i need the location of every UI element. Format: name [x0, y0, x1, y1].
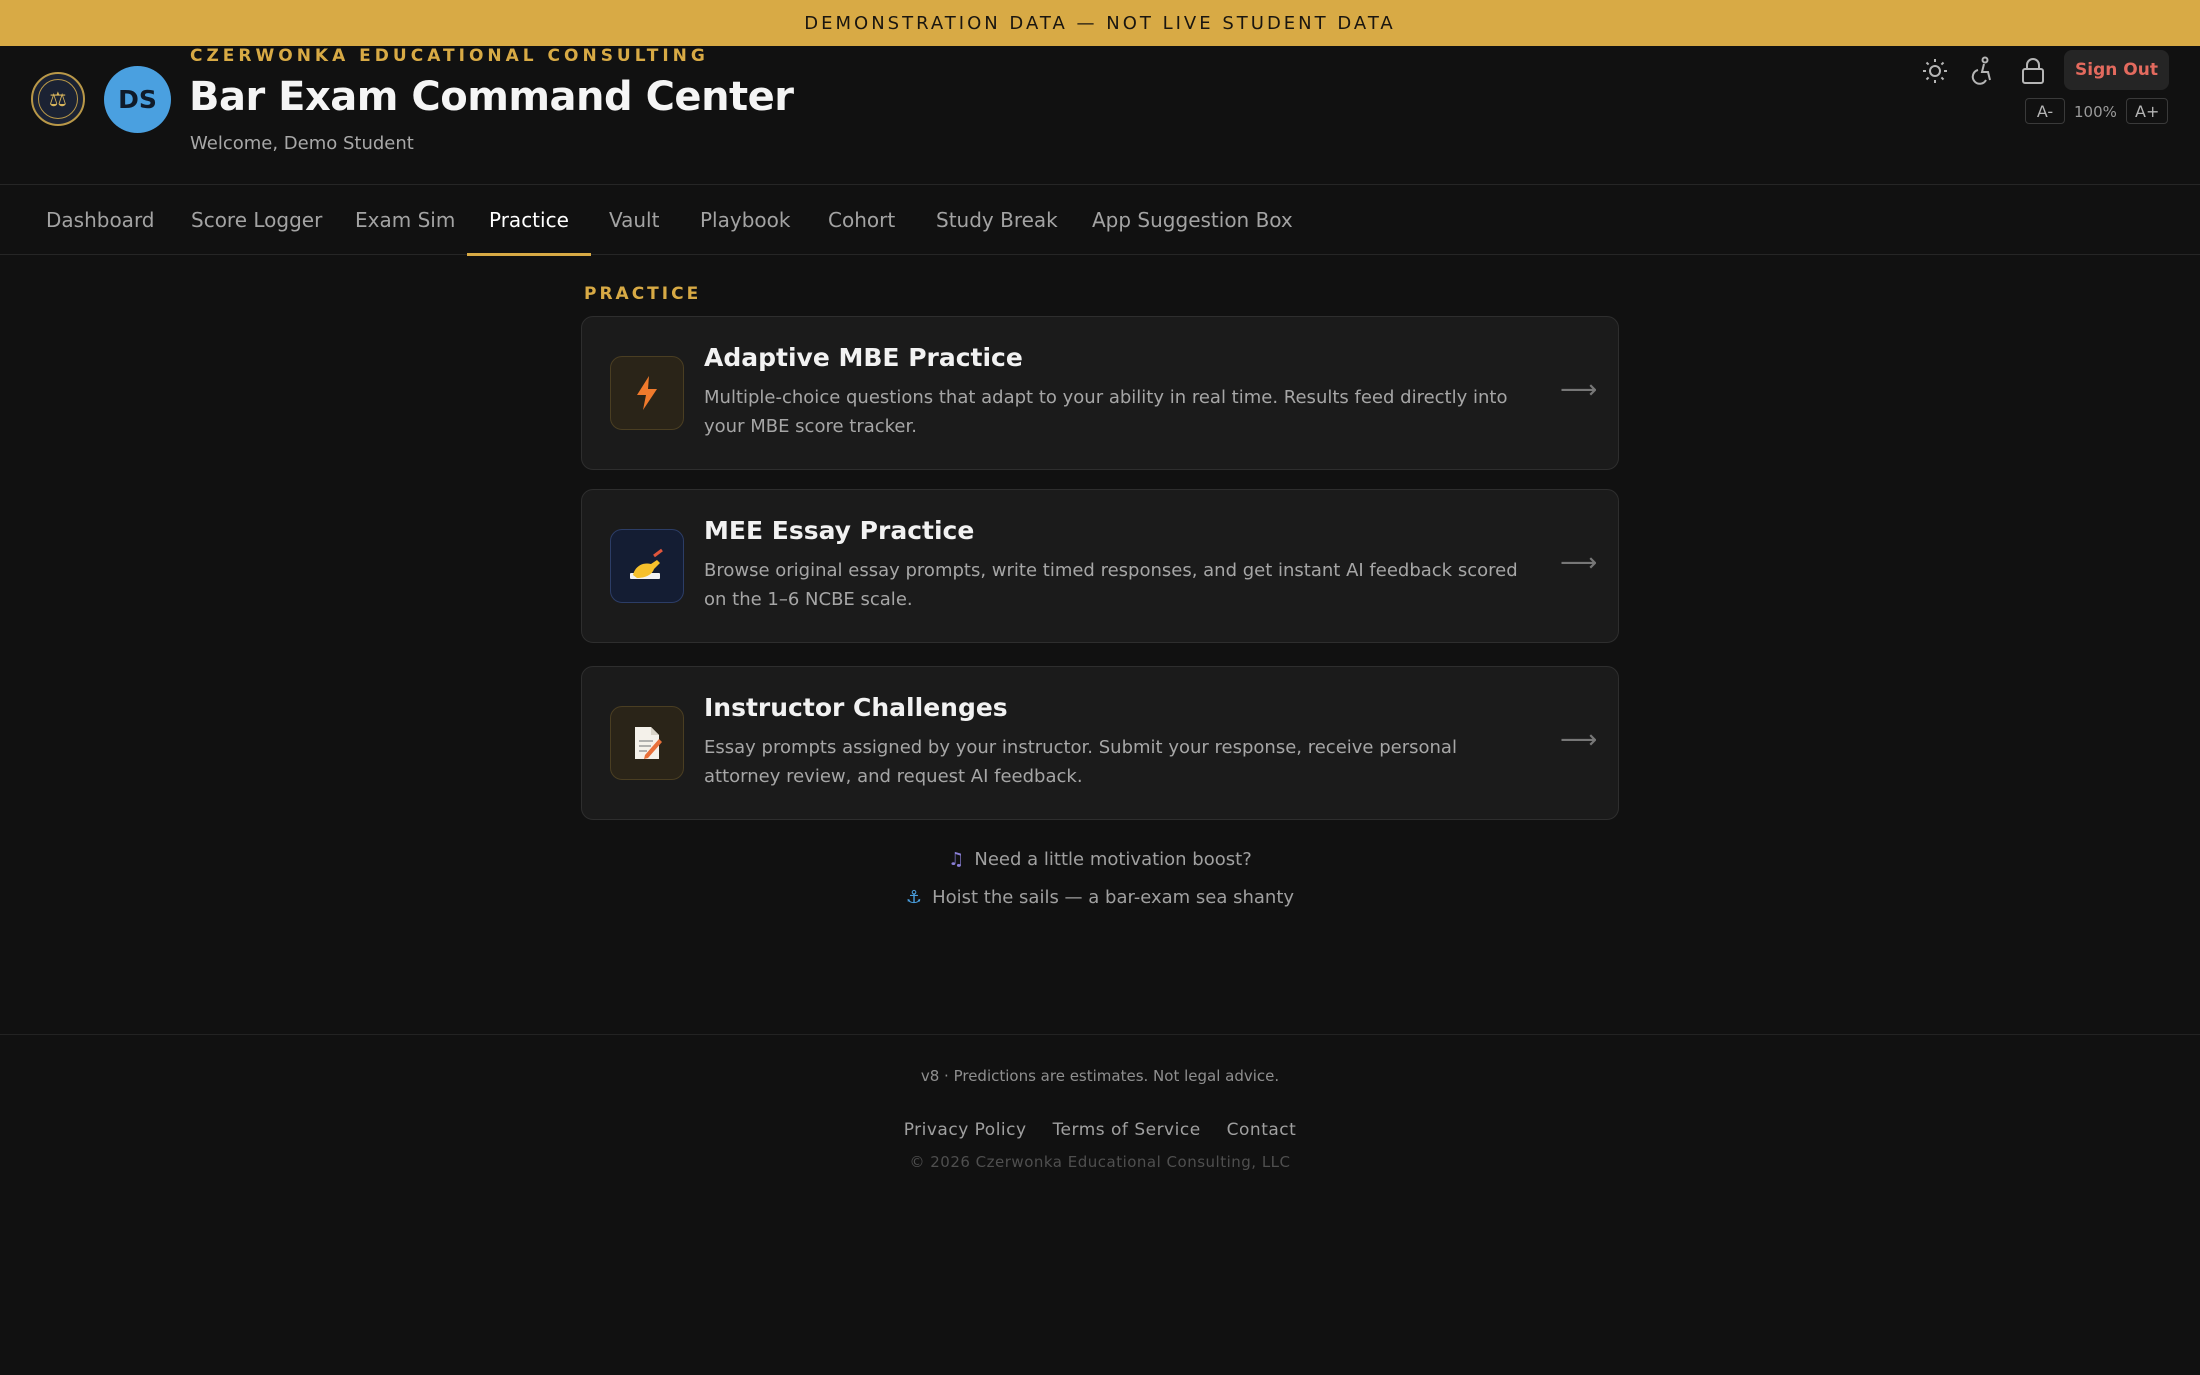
- org-name: CZERWONKA EDUCATIONAL CONSULTING: [190, 46, 709, 66]
- tab-practice[interactable]: Practice: [467, 185, 591, 256]
- card-title: MEE Essay Practice: [704, 516, 975, 545]
- motivation-link[interactable]: ♫ Need a little motivation boost?: [0, 849, 2200, 870]
- arrow-right-icon: ⟶: [1560, 548, 1598, 578]
- page-title: Bar Exam Command Center: [189, 74, 794, 120]
- app-header: ⚖ DS CZERWONKA EDUCATIONAL CONSULTING Ba…: [0, 46, 2200, 185]
- card-instructor-challenges[interactable]: Instructor Challenges Essay prompts assi…: [581, 666, 1619, 820]
- font-decrease-button[interactable]: A-: [2025, 98, 2065, 124]
- tab-playbook[interactable]: Playbook: [678, 185, 812, 255]
- footer: v8 · Predictions are estimates. Not lega…: [0, 1034, 2200, 1375]
- arrow-right-icon: ⟶: [1560, 375, 1598, 405]
- accessibility-icon[interactable]: [1964, 53, 2000, 89]
- main-nav: Dashboard Score Logger Exam Sim Practice…: [0, 185, 2200, 256]
- banner-text: DEMONSTRATION DATA — NOT LIVE STUDENT DA…: [804, 12, 1396, 34]
- motivation-text: Need a little motivation boost?: [974, 849, 1252, 870]
- contact-link[interactable]: Contact: [1227, 1120, 1297, 1140]
- card-description: Essay prompts assigned by your instructo…: [704, 737, 1457, 787]
- tab-score-logger[interactable]: Score Logger: [169, 185, 344, 255]
- memo-icon: [610, 706, 684, 780]
- demo-data-banner: DEMONSTRATION DATA — NOT LIVE STUDENT DA…: [0, 0, 2200, 46]
- card-description: Browse original essay prompts, write tim…: [704, 560, 1518, 610]
- footer-links: Privacy Policy Terms of Service Contact: [0, 1120, 2200, 1140]
- lock-icon[interactable]: [2015, 53, 2051, 89]
- tab-exam-sim[interactable]: Exam Sim: [333, 185, 477, 255]
- font-increase-button[interactable]: A+: [2126, 98, 2169, 124]
- card-title: Adaptive MBE Practice: [704, 343, 1023, 372]
- tab-vault[interactable]: Vault: [587, 185, 681, 255]
- zoom-level: 100%: [2074, 103, 2117, 121]
- writing-hand-icon: [610, 529, 684, 603]
- card-mee-essay-practice[interactable]: MEE Essay Practice Browse original essay…: [581, 489, 1619, 643]
- anchor-icon: ⚓: [905, 887, 923, 908]
- lightning-icon: [610, 356, 684, 430]
- tab-app-suggestion-box[interactable]: App Suggestion Box: [1070, 185, 1315, 255]
- sea-shanty-link[interactable]: ⚓ Hoist the sails — a bar-exam sea shanty: [0, 887, 2200, 908]
- seal-logo-icon: ⚖: [31, 72, 85, 126]
- tab-dashboard[interactable]: Dashboard: [24, 185, 177, 255]
- terms-of-service-link[interactable]: Terms of Service: [1053, 1120, 1201, 1140]
- sign-out-button[interactable]: Sign Out: [2064, 50, 2169, 90]
- privacy-policy-link[interactable]: Privacy Policy: [904, 1120, 1027, 1140]
- arrow-right-icon: ⟶: [1560, 725, 1598, 755]
- sun-icon[interactable]: [1917, 53, 1953, 89]
- section-heading: PRACTICE: [584, 284, 702, 304]
- avatar[interactable]: DS: [104, 66, 171, 133]
- version-disclaimer: v8 · Predictions are estimates. Not lega…: [920, 1067, 1280, 1085]
- card-title: Instructor Challenges: [704, 693, 1008, 722]
- tab-study-break[interactable]: Study Break: [914, 185, 1080, 255]
- tab-cohort[interactable]: Cohort: [806, 185, 917, 255]
- copyright: © 2026 Czerwonka Educational Consulting,…: [909, 1153, 1291, 1171]
- welcome-text: Welcome, Demo Student: [190, 133, 414, 154]
- card-adaptive-mbe-practice[interactable]: Adaptive MBE Practice Multiple-choice qu…: [581, 316, 1619, 470]
- music-note-icon: ♫: [948, 849, 965, 870]
- card-description: Multiple-choice questions that adapt to …: [704, 387, 1508, 437]
- sea-shanty-text: Hoist the sails — a bar-exam sea shanty: [932, 887, 1295, 908]
- avatar-initials: DS: [118, 85, 157, 114]
